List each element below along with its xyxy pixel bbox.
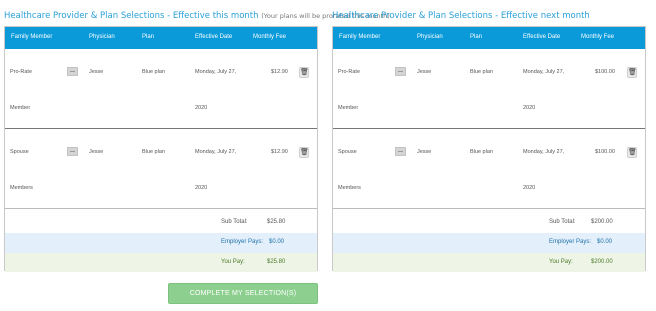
you-pay-label: You Pay:	[221, 259, 245, 265]
you-pay-row: You Pay: $200.00	[333, 253, 645, 272]
table-row: Pro-Rate Member Jesse Blue plan Monday, …	[333, 49, 645, 129]
physician-name: Jesse	[89, 149, 104, 155]
col-physician: Physician	[89, 34, 115, 40]
complete-selections-button[interactable]: COMPLETE MY SELECTION(S)	[168, 283, 318, 304]
current-month-title-text: Healthcare Provider & Plan Selections - …	[4, 11, 259, 21]
physician-name: Jesse	[417, 69, 432, 75]
effective-date-year: 2020	[195, 105, 208, 111]
table-header: Family Member Physician Plan Effective D…	[5, 27, 317, 49]
table-header: Family Member Physician Plan Effective D…	[333, 27, 645, 49]
table-row: Spouse Members Jesse Blue plan Monday, J…	[333, 129, 645, 209]
effective-date: Monday, July 27,	[195, 69, 237, 75]
you-pay-label: You Pay:	[549, 259, 573, 265]
table-row: Pro-Rate Member Jesse Blue plan Monday, …	[5, 49, 317, 129]
trash-icon[interactable]: 🗑	[627, 147, 637, 158]
employer-pays-value: $0.00	[597, 239, 613, 245]
monthly-fee: $100.00	[595, 149, 615, 155]
subtotal-label: Sub Total:	[549, 219, 576, 225]
table-row: Spouse Members Jesse Blue plan Monday, J…	[5, 129, 317, 209]
col-family-member: Family Member	[339, 34, 381, 40]
family-member-name: Pro-Rate	[338, 69, 361, 75]
family-member-name: Spouse	[338, 149, 357, 155]
effective-date-year: 2020	[523, 105, 536, 111]
plan-name: Blue plan	[142, 149, 165, 155]
col-effective-date: Effective Date	[195, 34, 233, 40]
effective-date: Monday, July 27,	[195, 149, 237, 155]
plan-name: Blue plan	[470, 69, 493, 75]
effective-date-year: 2020	[523, 185, 536, 191]
you-pay-value: $25.80	[267, 259, 286, 265]
subtotal-row: Sub Total: $200.00	[333, 213, 645, 233]
you-pay-row: You Pay: $25.80	[5, 253, 317, 272]
subtotal-label: Sub Total:	[221, 219, 248, 225]
family-member-type: Member	[338, 105, 359, 111]
effective-date-year: 2020	[195, 185, 208, 191]
family-member-name: Spouse	[10, 149, 29, 155]
family-member-name: Pro-Rate	[10, 69, 33, 75]
trash-icon[interactable]: 🗑	[299, 147, 309, 158]
trash-icon[interactable]: 🗑	[627, 67, 637, 78]
subtotal-row: Sub Total: $25.80	[5, 213, 317, 233]
col-plan: Plan	[470, 34, 483, 40]
monthly-fee: $12.90	[271, 69, 288, 75]
effective-date: Monday, July 27,	[523, 149, 565, 155]
subtotal-value: $25.80	[267, 219, 286, 225]
monthly-fee: $12.90	[271, 149, 288, 155]
image-placeholder-icon	[395, 147, 406, 156]
family-member-type: Member	[10, 105, 31, 111]
employer-pays-row: Employer Pays: $0.00	[5, 233, 317, 253]
employer-pays-label: Employer Pays:	[221, 239, 264, 245]
next-month-selections-table: Family Member Physician Plan Effective D…	[332, 26, 646, 272]
family-member-type: Members	[338, 185, 361, 191]
effective-date: Monday, July 27,	[523, 69, 565, 75]
plan-name: Blue plan	[470, 149, 493, 155]
subtotal-value: $200.00	[591, 219, 613, 225]
current-month-selections-table: Family Member Physician Plan Effective D…	[4, 26, 318, 272]
next-month-title-text: Healthcare Provider & Plan Selections - …	[332, 11, 590, 21]
image-placeholder-icon	[67, 67, 78, 76]
plan-name: Blue plan	[142, 69, 165, 75]
family-member-type: Members	[10, 185, 33, 191]
col-family-member: Family Member	[11, 34, 53, 40]
col-monthly-fee: Monthly Fee	[581, 34, 615, 40]
col-plan: Plan	[142, 34, 155, 40]
col-effective-date: Effective Date	[523, 34, 561, 40]
image-placeholder-icon	[395, 67, 406, 76]
trash-icon[interactable]: 🗑	[299, 67, 309, 78]
physician-name: Jesse	[89, 69, 104, 75]
physician-name: Jesse	[417, 149, 432, 155]
monthly-fee: $100.00	[595, 69, 615, 75]
you-pay-value: $200.00	[591, 259, 613, 265]
employer-pays-value: $0.00	[269, 239, 285, 245]
next-month-title: Healthcare Provider & Plan Selections - …	[332, 11, 590, 21]
employer-pays-row: Employer Pays: $0.00	[333, 233, 645, 253]
col-monthly-fee: Monthly Fee	[253, 34, 287, 40]
employer-pays-label: Employer Pays:	[549, 239, 592, 245]
col-physician: Physician	[417, 34, 443, 40]
image-placeholder-icon	[67, 147, 78, 156]
